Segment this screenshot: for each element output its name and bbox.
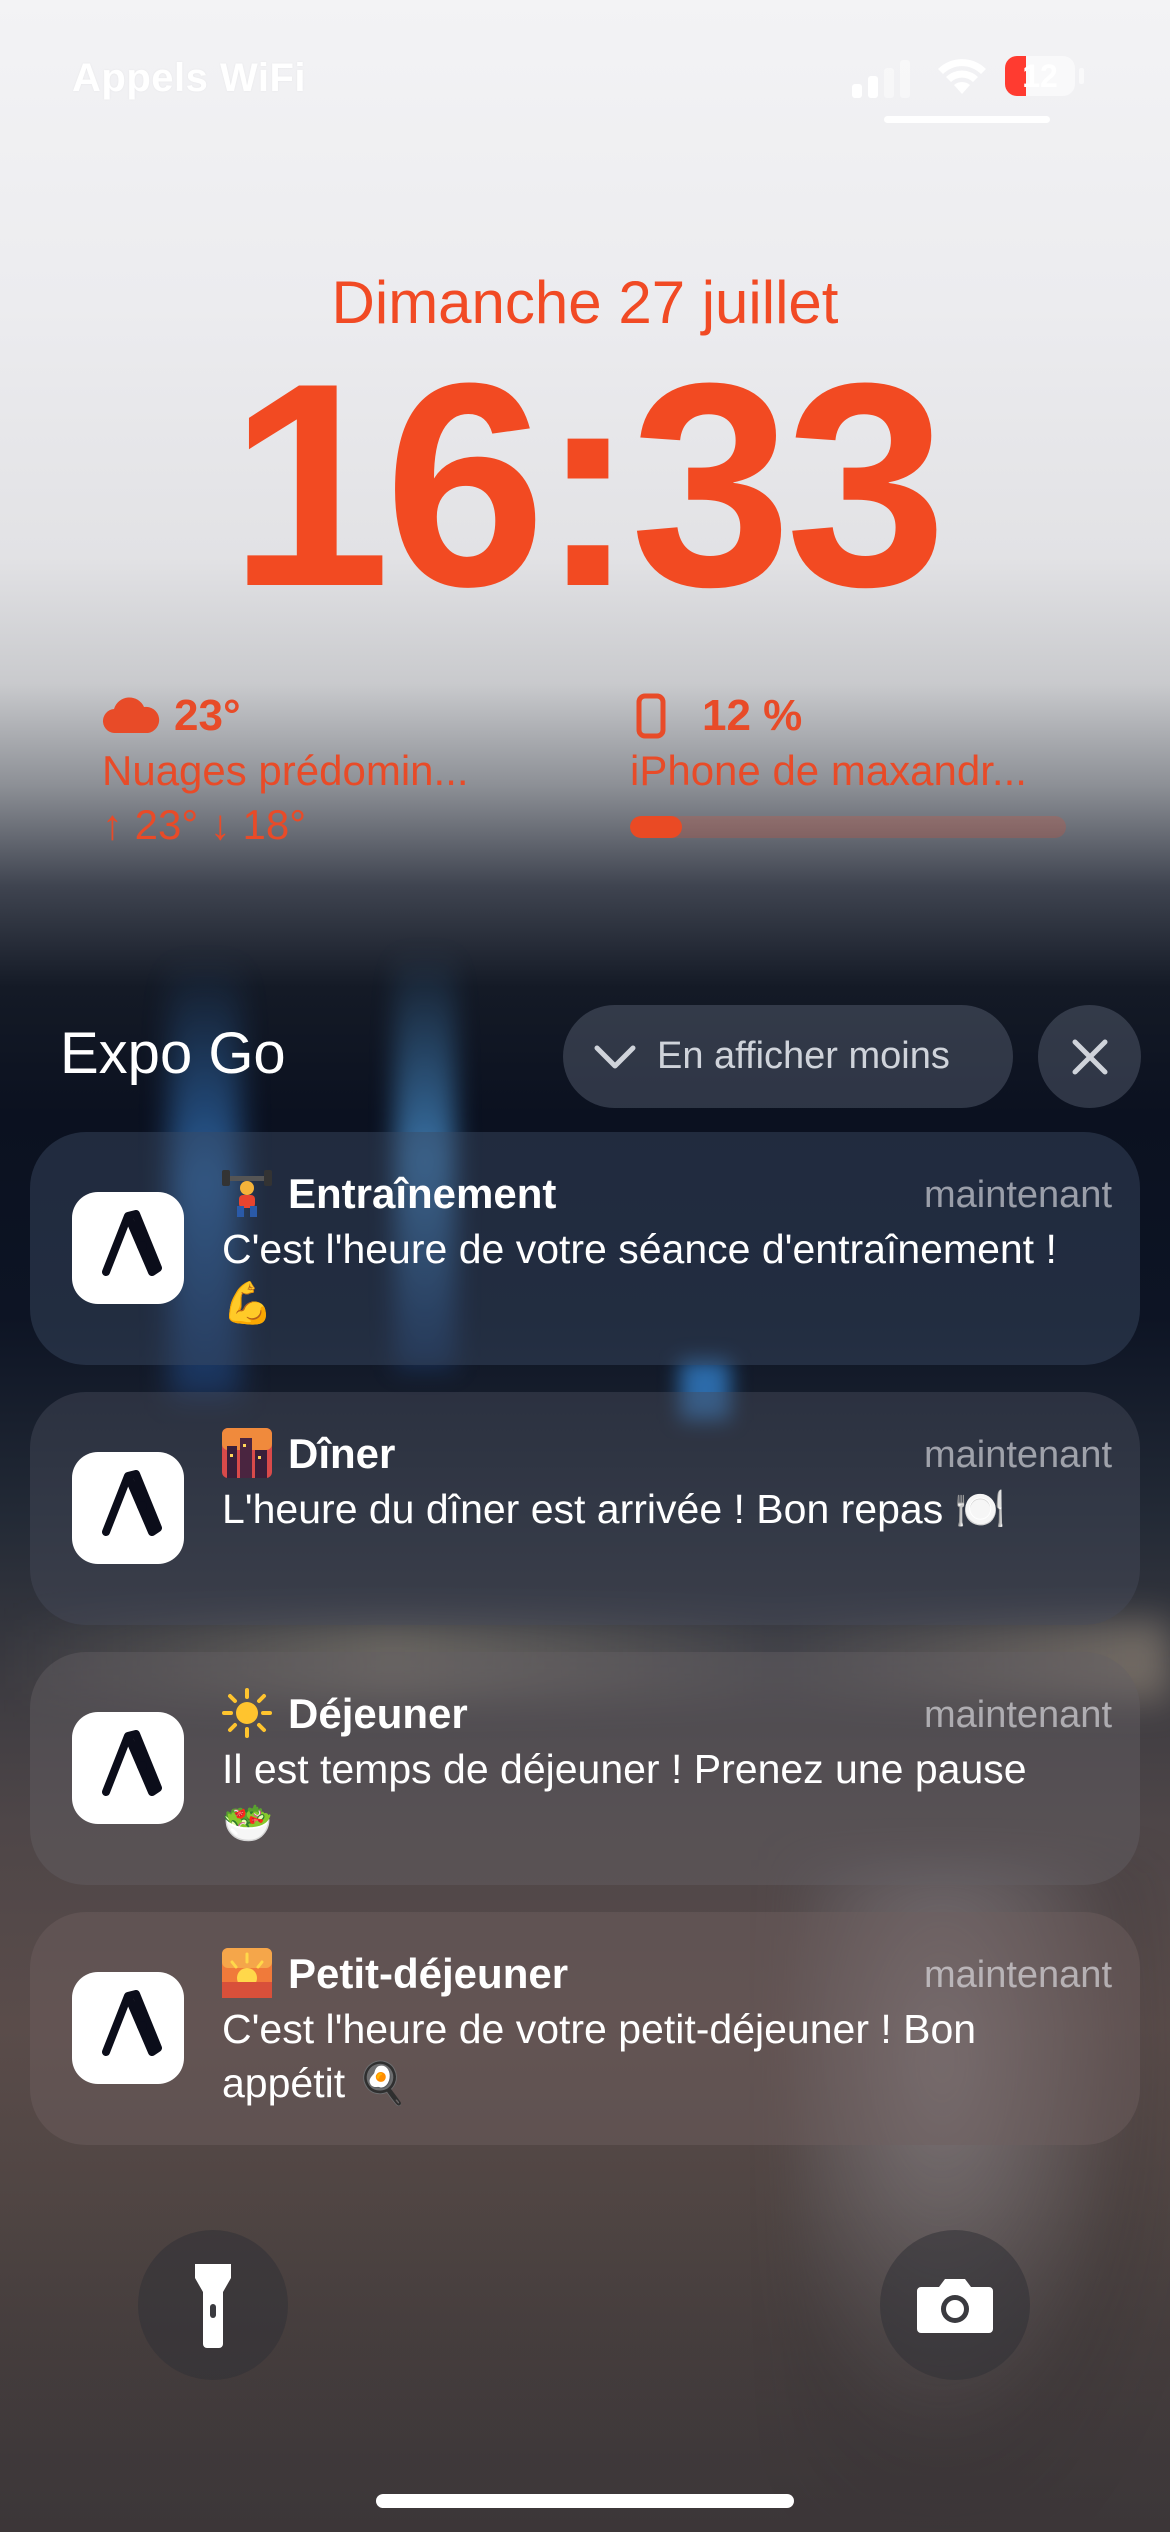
weather-widget[interactable]: 23° Nuages prédomin... ↑ 23° ↓ 18° bbox=[102, 688, 542, 852]
notification-card[interactable]: Entraînement maintenant C'est l'heure de… bbox=[30, 1132, 1140, 1365]
notification-title: Dîner bbox=[288, 1430, 396, 1477]
notification-card[interactable]: Petit-déjeuner maintenant C'est l'heure … bbox=[30, 1912, 1140, 2145]
battery-widget[interactable]: 12 % iPhone de maxandr... bbox=[630, 688, 1070, 838]
notification-title: Déjeuner bbox=[288, 1690, 468, 1737]
notification-time: maintenant bbox=[923, 1954, 1112, 1996]
notification-title: Petit-déjeuner bbox=[288, 1950, 569, 1997]
weather-condition: Nuages prédomin... bbox=[102, 747, 469, 794]
expo-go-app-icon bbox=[72, 1972, 184, 2084]
cellular-signal-icon bbox=[852, 58, 916, 98]
carrier-label: Appels WiFi bbox=[72, 56, 307, 100]
notification-body: Il est temps de déjeuner ! Prenez une pa… bbox=[222, 1746, 1027, 1846]
battery-widget-level: 12 % bbox=[702, 691, 803, 740]
close-icon bbox=[1072, 1039, 1108, 1075]
chevron-down-icon bbox=[594, 1045, 636, 1068]
flashlight-icon bbox=[195, 2264, 231, 2348]
notification-title: Entraînement bbox=[288, 1170, 557, 1217]
battery-level: 12 bbox=[1022, 58, 1058, 94]
clear-group-button[interactable] bbox=[1038, 1005, 1141, 1108]
show-less-button[interactable]: En afficher moins bbox=[563, 1005, 1013, 1108]
wifi-icon bbox=[938, 59, 986, 94]
battery-icon: 12 bbox=[1005, 56, 1075, 96]
notification-body: C'est l'heure de votre petit-déjeuner ! … bbox=[222, 2006, 977, 2106]
status-underline bbox=[884, 116, 1050, 123]
notification-body: L'heure du dîner est arrivée ! Bon repas… bbox=[222, 1486, 1006, 1532]
show-less-label: En afficher moins bbox=[657, 1035, 950, 1077]
cloud-icon bbox=[102, 697, 160, 734]
sun-emoji-icon bbox=[222, 1688, 272, 1738]
weather-range: ↑ 23° ↓ 18° bbox=[102, 801, 307, 848]
weather-temperature: 23° bbox=[174, 691, 241, 740]
expo-go-app-icon bbox=[72, 1452, 184, 1564]
weightlifter-emoji-icon bbox=[222, 1170, 272, 1217]
notification-time: maintenant bbox=[923, 1434, 1112, 1476]
notification-time: maintenant bbox=[923, 1174, 1112, 1216]
notification-card[interactable]: Déjeuner maintenant Il est temps de déje… bbox=[30, 1652, 1140, 1885]
city-sunset-emoji-icon bbox=[222, 1428, 272, 1478]
notification-time: maintenant bbox=[923, 1694, 1112, 1736]
camera-button[interactable] bbox=[880, 2230, 1030, 2380]
camera-icon bbox=[917, 2279, 993, 2333]
status-bar: Appels WiFi 12 bbox=[0, 0, 1170, 140]
battery-widget-device: iPhone de maxandr... bbox=[630, 747, 1027, 794]
expo-go-app-icon bbox=[72, 1192, 184, 1304]
home-indicator[interactable] bbox=[376, 2494, 794, 2508]
expo-go-app-icon bbox=[72, 1712, 184, 1824]
notification-card[interactable]: Dîner maintenant L'heure du dîner est ar… bbox=[30, 1392, 1140, 1625]
battery-widget-bar bbox=[630, 816, 1066, 838]
flashlight-button[interactable] bbox=[138, 2230, 288, 2380]
notification-body: C'est l'heure de votre séance d'entraîne… bbox=[222, 1226, 1057, 1326]
notification-group-title: Expo Go bbox=[60, 1021, 286, 1086]
iphone-icon bbox=[636, 693, 666, 739]
battery-widget-bar-fill bbox=[630, 816, 683, 838]
lock-time: 16:33 bbox=[229, 323, 947, 647]
battery-cap bbox=[1079, 68, 1084, 84]
sunrise-emoji-icon bbox=[222, 1948, 272, 1998]
